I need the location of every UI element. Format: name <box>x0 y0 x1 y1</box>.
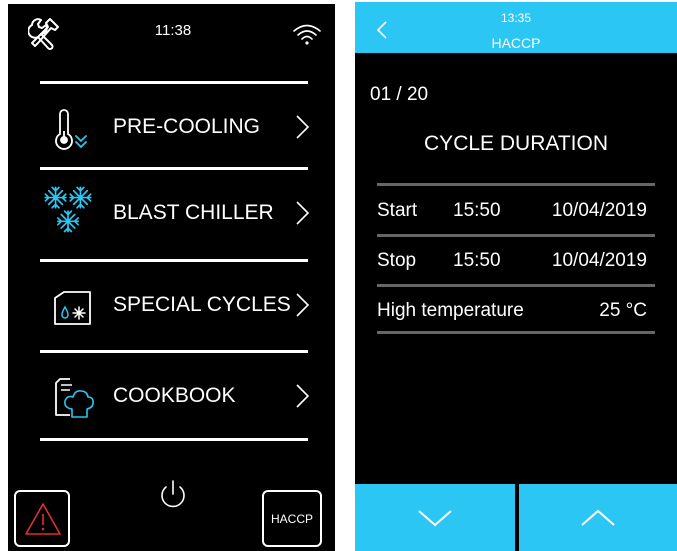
chevron-right-icon <box>296 201 310 225</box>
row-divider <box>377 284 655 287</box>
menu-item-label: COOKBOOK <box>113 384 236 407</box>
chef-hat-book-icon <box>55 378 94 418</box>
menu-item-blast-chiller[interactable]: BLAST CHILLER <box>40 170 318 255</box>
alarm-button[interactable] <box>14 490 70 547</box>
row-time: 15:50 <box>453 200 501 221</box>
haccp-screen: 13:35 HACCP 01 / 20 CYCLE DURATION Start… <box>355 2 677 551</box>
row-label: Stop <box>377 250 417 271</box>
menu-item-label: PRE-COOLING <box>113 115 261 138</box>
row-date: 10/04/2019 <box>551 200 647 221</box>
record-counter: 01 / 20 <box>370 84 429 105</box>
menu-item-special-cycles[interactable]: SPECIAL CYCLES <box>40 262 318 347</box>
row-value: 25 °C <box>599 300 647 321</box>
chevron-down-icon <box>418 509 452 526</box>
page-title: HACCP <box>491 35 541 51</box>
row-label: Start <box>377 200 418 221</box>
section-title: CYCLE DURATION <box>424 132 608 155</box>
chevron-up-icon <box>581 509 615 526</box>
thermometer-down-icon <box>55 109 87 150</box>
nav-up-button[interactable] <box>519 484 677 551</box>
row-date: 10/04/2019 <box>551 250 647 271</box>
haccp-button[interactable]: HACCP <box>262 490 322 547</box>
chevron-right-icon <box>296 384 310 408</box>
status-time: 11:38 <box>154 22 192 39</box>
chevron-right-icon <box>296 115 310 139</box>
menu-divider <box>40 438 308 441</box>
wifi-icon <box>293 24 321 45</box>
snowflakes-icon <box>44 186 92 233</box>
stop-row: Stop 15:50 10/04/2019 <box>377 240 655 280</box>
row-divider <box>377 331 655 334</box>
menu-item-label: BLAST CHILLER <box>113 201 274 224</box>
chevron-right-icon <box>296 293 310 317</box>
warning-icon <box>25 503 61 535</box>
menu-item-label: SPECIAL CYCLES <box>113 293 291 316</box>
status-time: 13:35 <box>500 11 532 25</box>
menu-item-pre-cooling[interactable]: PRE-COOLING <box>40 84 318 169</box>
high-temperature-row: High temperature 25 °C <box>377 290 655 330</box>
start-row: Start 15:50 10/04/2019 <box>377 190 655 230</box>
folder-snowflake-icon <box>54 291 91 325</box>
power-icon[interactable] <box>156 478 190 512</box>
nav-down-button[interactable] <box>355 484 515 551</box>
main-menu-screen: 11:38 PRE-COOLING BLAST CHILLER SPECIAL … <box>8 4 335 551</box>
header-bar: 13:35 HACCP <box>355 2 677 53</box>
row-divider <box>377 183 655 186</box>
row-label: High temperature <box>377 300 524 321</box>
menu-item-cookbook[interactable]: COOKBOOK <box>40 353 318 438</box>
settings-tools-icon[interactable] <box>28 16 62 50</box>
row-time: 15:50 <box>453 250 501 271</box>
row-divider <box>377 234 655 237</box>
